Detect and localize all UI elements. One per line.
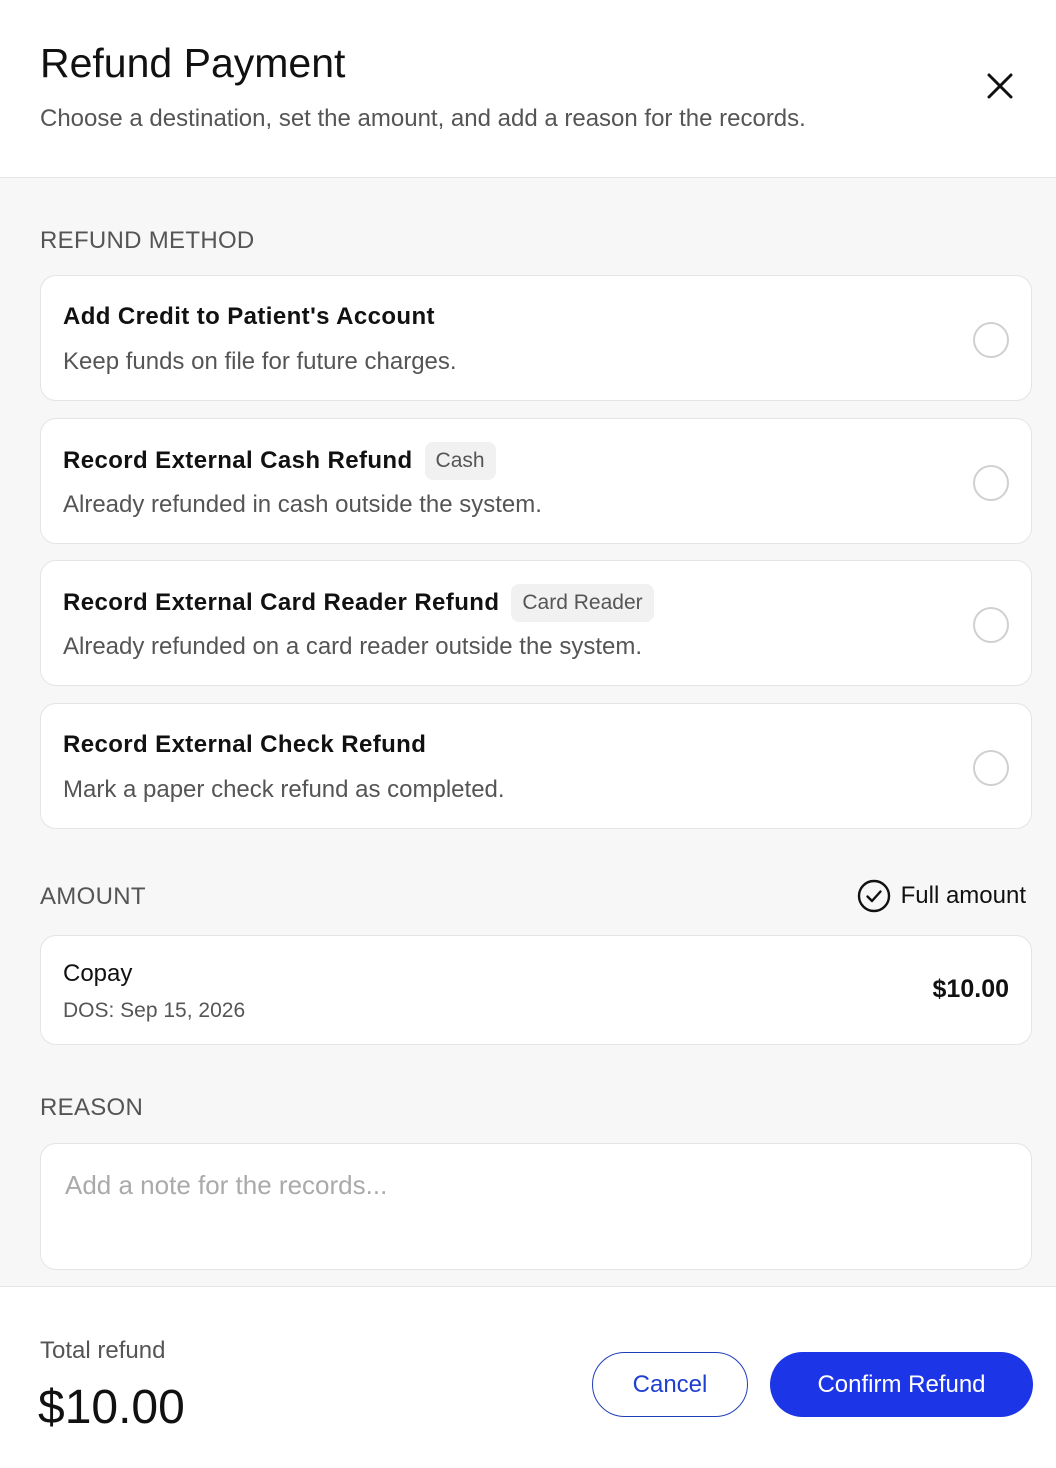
card-reader-badge: Card Reader (511, 584, 654, 622)
option-title-row: Record External Check Refund (63, 727, 426, 763)
reason-label: REASON (40, 1094, 144, 1121)
option-description: Already refunded on a card reader outsid… (63, 633, 642, 660)
total-refund-value: $10.00 (38, 1381, 185, 1434)
dialog-subtitle: Choose a destination, set the amount, an… (40, 105, 806, 132)
dialog-footer: Total refund $10.00 Cancel Confirm Refun… (0, 1286, 1056, 1468)
refund-method-label: REFUND METHOD (40, 227, 255, 254)
option-external-card-reader[interactable]: Record External Card Reader Refund Card … (40, 560, 1032, 686)
option-description: Keep funds on file for future charges. (63, 348, 457, 375)
option-title-row: Add Credit to Patient's Account (63, 299, 435, 335)
radio-external-card-reader[interactable] (973, 607, 1009, 643)
full-amount-toggle[interactable]: Full amount (857, 878, 1026, 914)
radio-external-check[interactable] (973, 750, 1009, 786)
radio-external-cash[interactable] (973, 465, 1009, 501)
option-title-row: Record External Card Reader Refund Card … (63, 584, 654, 622)
check-circle-icon (857, 879, 890, 913)
option-title: Add Credit to Patient's Account (63, 303, 435, 330)
option-title-row: Record External Cash Refund Cash (63, 442, 496, 480)
option-add-credit[interactable]: Add Credit to Patient's Account Keep fun… (40, 275, 1032, 401)
dialog-header: Refund Payment Choose a destination, set… (0, 0, 1056, 178)
cancel-button[interactable]: Cancel (592, 1352, 748, 1417)
close-button[interactable] (980, 66, 1020, 106)
line-item-name: Copay (63, 960, 133, 987)
cash-badge: Cash (424, 442, 496, 480)
line-item-dos: DOS: Sep 15, 2026 (63, 999, 246, 1022)
refund-payment-dialog: Refund Payment Choose a destination, set… (0, 0, 1056, 1468)
close-icon (987, 73, 1013, 99)
option-description: Already refunded in cash outside the sys… (63, 491, 542, 518)
option-external-check[interactable]: Record External Check Refund Mark a pape… (40, 703, 1032, 829)
amount-label: AMOUNT (40, 883, 146, 910)
line-item-amount: $10.00 (932, 975, 1009, 1003)
option-title: Record External Check Refund (63, 731, 427, 758)
confirm-refund-button[interactable]: Confirm Refund (770, 1352, 1033, 1417)
radio-add-credit[interactable] (973, 322, 1009, 358)
total-refund-label: Total refund (40, 1337, 166, 1364)
option-description: Mark a paper check refund as completed. (63, 776, 505, 803)
option-title: Record External Card Reader Refund (63, 589, 500, 616)
amount-line-item: Copay DOS: Sep 15, 2026 $10.00 (40, 935, 1032, 1045)
reason-textarea[interactable] (40, 1143, 1032, 1270)
dialog-title: Refund Payment (40, 40, 346, 86)
option-external-cash[interactable]: Record External Cash Refund Cash Already… (40, 418, 1032, 544)
option-title: Record External Cash Refund (63, 447, 413, 474)
dialog-body: REFUND METHOD Add Credit to Patient's Ac… (0, 178, 1056, 1286)
full-amount-label: Full amount (900, 882, 1026, 909)
